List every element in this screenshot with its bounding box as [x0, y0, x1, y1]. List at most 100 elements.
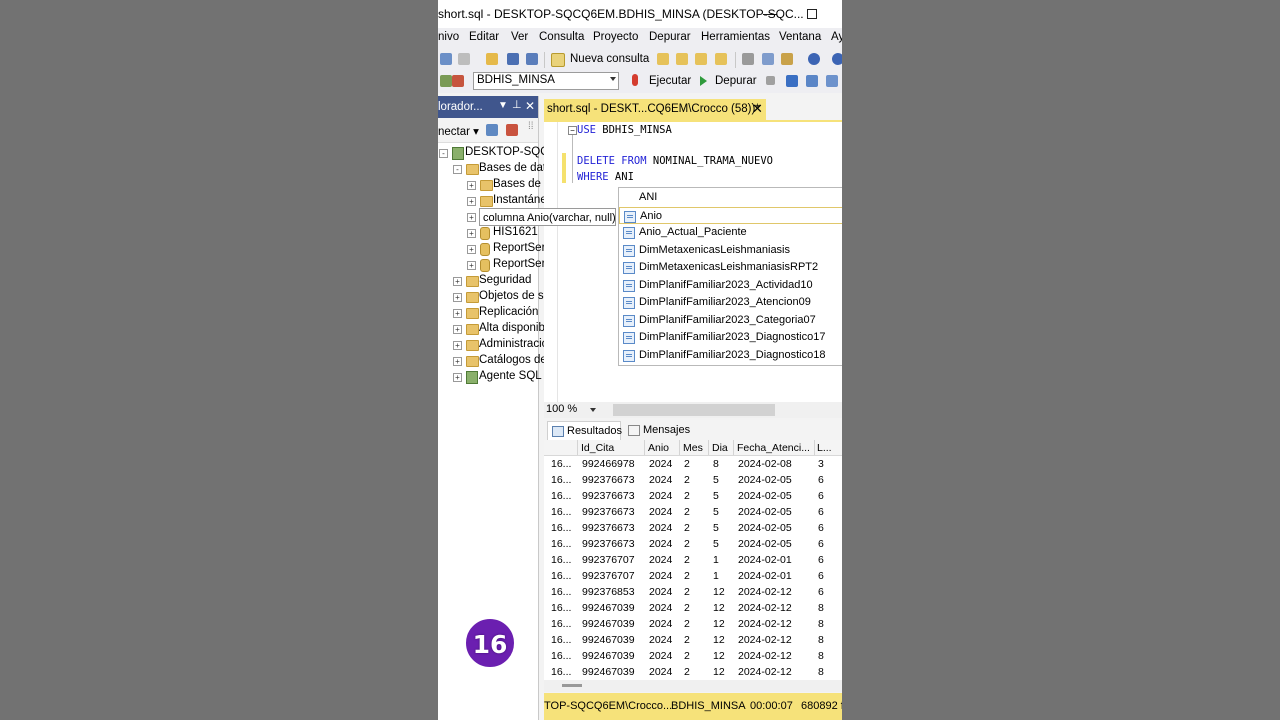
tree-node[interactable]: + Catálogos de I: [438, 354, 553, 370]
connect-object-icon[interactable]: [486, 124, 498, 136]
table-row[interactable]: 16... 992467039 2024 2 12 2024-02-12 8: [544, 616, 842, 632]
column-header[interactable]: Fecha_Atenci...: [737, 442, 810, 454]
query-icon-3[interactable]: [695, 53, 707, 65]
expand-icon[interactable]: +: [467, 261, 476, 270]
tree-node[interactable]: + Administración: [438, 338, 554, 354]
zoom-level[interactable]: 100 %: [546, 403, 577, 415]
table-row[interactable]: 16... 992467039 2024 2 12 2024-02-12 8: [544, 632, 842, 648]
menu-proyecto[interactable]: Proyecto: [593, 31, 638, 43]
completion-item[interactable]: ANI: [619, 189, 842, 206]
dropdown-arrow-icon[interactable]: ▼: [498, 100, 508, 111]
tab-results[interactable]: Resultados: [547, 421, 622, 440]
tree-node[interactable]: - DESKTOP-SQCQ6: [438, 146, 564, 162]
cut-icon[interactable]: [742, 53, 754, 65]
collapse-icon[interactable]: -: [439, 149, 448, 158]
expand-icon[interactable]: +: [453, 357, 462, 366]
expand-icon[interactable]: +: [453, 373, 462, 382]
minimize-button[interactable]: —: [762, 3, 778, 23]
menu-ventana[interactable]: Ventana: [779, 31, 821, 43]
tree-node[interactable]: + ReportServe: [438, 258, 558, 274]
save-all-icon[interactable]: [526, 53, 538, 65]
expand-icon[interactable]: +: [453, 341, 462, 350]
query-icon-2[interactable]: [676, 53, 688, 65]
menu-ayuda[interactable]: Ay: [831, 31, 842, 43]
tree-node[interactable]: + Agente SQL Se: [438, 370, 559, 386]
expand-icon[interactable]: +: [453, 293, 462, 302]
change-connection-icon[interactable]: [452, 75, 464, 87]
column-header[interactable]: Mes: [683, 442, 703, 454]
table-row[interactable]: 16... 992376673 2024 2 5 2024-02-05 6: [544, 488, 842, 504]
menu-herramientas[interactable]: Herramientas: [701, 31, 770, 43]
close-icon[interactable]: ✕: [525, 99, 535, 113]
connect-dropdown[interactable]: nectar ▾: [438, 124, 479, 138]
tree-node[interactable]: + Alta disponibil: [438, 322, 550, 338]
expand-icon[interactable]: +: [467, 197, 476, 206]
new-query-icon[interactable]: [551, 53, 565, 67]
completion-item[interactable]: DimPlanifFamiliar2023_Diagnostico17: [619, 329, 842, 346]
play-icon[interactable]: [700, 76, 707, 86]
query-icon-1[interactable]: [657, 53, 669, 65]
chevron-down-icon[interactable]: [590, 408, 596, 412]
grid-icon[interactable]: [458, 53, 470, 65]
menu-editar[interactable]: Editar: [469, 31, 499, 43]
collapse-icon[interactable]: -: [453, 165, 462, 174]
table-row[interactable]: 16... 992467039 2024 2 12 2024-02-12 8: [544, 648, 842, 664]
completion-item[interactable]: Anio: [619, 206, 842, 224]
collapse-icon[interactable]: −: [568, 126, 577, 135]
table-row[interactable]: 16... 992467039 2024 2 12 2024-02-12 8: [544, 664, 842, 680]
completion-item[interactable]: DimPlanifFamiliar2023_Actividad10: [619, 277, 842, 294]
save-icon[interactable]: [507, 53, 519, 65]
execute-button[interactable]: Ejecutar: [649, 75, 691, 87]
expand-icon[interactable]: +: [453, 277, 462, 286]
expand-icon[interactable]: +: [453, 325, 462, 334]
query-icon-4[interactable]: [715, 53, 727, 65]
menu-depurar[interactable]: Depurar: [649, 31, 691, 43]
parse-check-icon[interactable]: [786, 75, 798, 87]
table-row[interactable]: 16... 992466978 2024 2 8 2024-02-08 3: [544, 456, 842, 472]
menu-ver[interactable]: Ver: [511, 31, 528, 43]
connect-icon[interactable]: [440, 75, 452, 87]
tree-node[interactable]: + Seguridad: [438, 274, 538, 290]
table-row[interactable]: 16... 992376673 2024 2 5 2024-02-05 6: [544, 520, 842, 536]
redo-icon[interactable]: [832, 53, 842, 65]
expand-icon[interactable]: +: [453, 309, 462, 318]
debug-button[interactable]: Depurar: [715, 75, 757, 87]
menu-consulta[interactable]: Consulta: [539, 31, 584, 43]
completion-item[interactable]: DimMetaxenicasLeishmaniasisRPT2: [619, 259, 842, 276]
expand-icon[interactable]: +: [467, 245, 476, 254]
table-row[interactable]: 16... 992376707 2024 2 1 2024-02-01 6: [544, 552, 842, 568]
completion-item[interactable]: DimMetaxenicasLeishmaniasis: [619, 242, 842, 259]
expand-icon[interactable]: +: [467, 229, 476, 238]
scroll-thumb[interactable]: [562, 684, 582, 687]
tree-node[interactable]: + Objetos de ser: [438, 290, 554, 306]
completion-item[interactable]: DimPlanifFamiliar2023_Diagnostico18: [619, 347, 842, 364]
tab-messages[interactable]: Mensajes: [624, 421, 694, 439]
menu-archivo[interactable]: nivo: [438, 31, 459, 43]
new-project-icon[interactable]: [440, 53, 452, 65]
table-row[interactable]: 16... 992376853 2024 2 12 2024-02-12 6: [544, 584, 842, 600]
maximize-button[interactable]: [807, 9, 817, 19]
tree-node[interactable]: + ReportServe: [438, 242, 558, 258]
completion-item[interactable]: DimPlanifFamiliar2023_Categoria07: [619, 312, 842, 329]
paste-icon[interactable]: [781, 53, 793, 65]
close-tab-icon[interactable]: ✕: [752, 101, 763, 117]
disconnect-icon[interactable]: [506, 124, 518, 136]
table-row[interactable]: 16... 992376673 2024 2 5 2024-02-05 6: [544, 536, 842, 552]
open-folder-icon[interactable]: [486, 53, 498, 65]
undo-icon[interactable]: [808, 53, 820, 65]
table-row[interactable]: 16... 992376673 2024 2 5 2024-02-05 6: [544, 504, 842, 520]
tree-node[interactable]: + Replicación: [438, 306, 538, 322]
completion-item[interactable]: Anio_Actual_Paciente: [619, 224, 842, 241]
expand-icon[interactable]: +: [467, 181, 476, 190]
grid-scrollbar[interactable]: [544, 680, 842, 692]
column-header[interactable]: Id_Cita: [581, 442, 614, 454]
copy-icon[interactable]: [762, 53, 774, 65]
results-grid-icon[interactable]: [806, 75, 818, 87]
table-row[interactable]: 16... 992467039 2024 2 12 2024-02-12 8: [544, 600, 842, 616]
column-header[interactable]: L...: [817, 442, 832, 454]
horizontal-scrollbar[interactable]: [613, 404, 775, 416]
stop-icon[interactable]: [766, 76, 775, 85]
column-header[interactable]: Anio: [648, 442, 669, 454]
tree-node[interactable]: + Bases de da: [438, 178, 557, 194]
pin-icon[interactable]: ⊥: [512, 98, 522, 111]
